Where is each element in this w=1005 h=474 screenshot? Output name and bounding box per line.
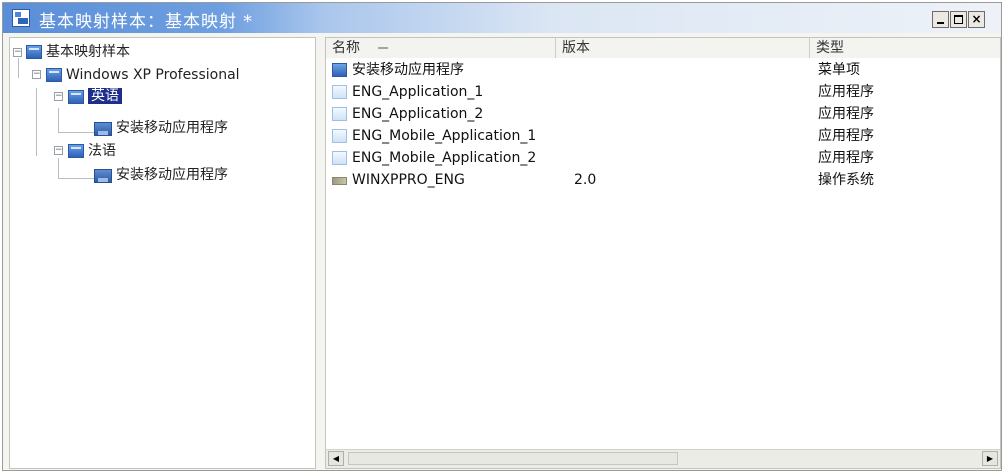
tree-node-install-mobile-apps[interactable]: 安装移动应用程序	[116, 165, 228, 185]
tree-line	[58, 158, 59, 178]
application-icon	[332, 107, 347, 121]
tree-node-label: 安装移动应用程序	[116, 120, 228, 136]
tree-line	[58, 132, 94, 133]
cell-name: ENG_Application_2	[352, 106, 484, 122]
language-folder-icon	[68, 144, 84, 158]
application-icon	[332, 129, 347, 143]
cell-name: WINXPPRO_ENG	[352, 172, 465, 188]
horizontal-scrollbar[interactable]: ◀ ▶	[326, 449, 1000, 468]
scroll-left-button[interactable]: ◀	[328, 451, 344, 466]
cell-name: ENG_Application_1	[352, 84, 484, 100]
minimize-button[interactable]	[932, 11, 949, 28]
cell-type: 应用程序	[818, 150, 874, 166]
cell-type: 应用程序	[818, 84, 874, 100]
close-icon: ×	[971, 12, 982, 26]
column-header-type[interactable]: 类型	[810, 38, 1000, 58]
tree-node-french[interactable]: 法语	[88, 141, 116, 161]
os-folder-icon	[46, 68, 62, 82]
cell-type: 菜单项	[818, 62, 860, 78]
tree-line	[18, 58, 19, 78]
tree-node-label: 基本映射样本	[46, 44, 130, 60]
tree-pane[interactable]: − 基本映射样本 − Windows XP Professional − 英语 …	[9, 37, 316, 469]
scroll-right-icon: ▶	[986, 454, 994, 463]
tree-line	[58, 178, 94, 179]
column-header-name[interactable]: 名称	[326, 38, 556, 58]
application-icon	[332, 151, 347, 165]
column-header-label: 类型	[816, 40, 844, 56]
sort-indicator-icon	[378, 47, 388, 49]
tree-node-label: 法语	[88, 143, 116, 159]
cell-name: ENG_Mobile_Application_2	[352, 150, 537, 166]
mobile-app-icon	[94, 169, 112, 183]
cell-name: ENG_Mobile_Application_1	[352, 128, 537, 144]
column-header-label: 名称	[332, 40, 360, 56]
mobile-app-icon	[94, 122, 112, 136]
language-folder-icon	[68, 90, 84, 104]
cell-type: 应用程序	[818, 106, 874, 122]
close-button[interactable]: ×	[968, 11, 985, 28]
scroll-left-icon: ◀	[332, 454, 340, 463]
tree-collapse-toggle[interactable]: −	[13, 48, 22, 57]
tree-line	[58, 108, 59, 132]
main-window: 基本映射样本：基本映射 * × − 基本映射样本 − Windows XP Pr…	[2, 2, 1002, 471]
tree-line	[36, 88, 37, 156]
tree-collapse-toggle[interactable]: −	[54, 146, 63, 155]
operating-system-icon	[332, 177, 347, 185]
maximize-button[interactable]	[950, 11, 967, 28]
tree-collapse-toggle[interactable]: −	[32, 70, 41, 79]
list-row[interactable]: WINXPPRO_ENG 2.0 操作系统	[326, 170, 1000, 191]
column-header-version[interactable]: 版本	[556, 38, 810, 58]
app-icon	[12, 9, 30, 27]
list-row[interactable]: 安装移动应用程序 菜单项	[326, 60, 1000, 81]
details-list-pane[interactable]: 名称 版本 类型 安装移动应用程序 菜单项 ENG_Application_1 …	[325, 37, 1001, 469]
tree-node-english[interactable]: 英语	[88, 86, 122, 106]
list-row[interactable]: ENG_Mobile_Application_1 应用程序	[326, 126, 1000, 147]
scrollbar-thumb[interactable]	[348, 452, 678, 465]
minimize-icon	[937, 22, 944, 24]
menu-item-icon	[332, 63, 347, 77]
tree-node-os[interactable]: Windows XP Professional	[66, 65, 240, 85]
window-title: 基本映射样本：基本映射 *	[39, 12, 253, 32]
maximize-icon	[954, 15, 963, 24]
cell-name: 安装移动应用程序	[352, 62, 464, 78]
application-icon	[332, 85, 347, 99]
tree-node-label: 安装移动应用程序	[116, 167, 228, 183]
tree-node-label: Windows XP Professional	[66, 67, 240, 83]
tree-collapse-toggle[interactable]: −	[54, 92, 63, 101]
list-row[interactable]: ENG_Application_2 应用程序	[326, 104, 1000, 125]
cell-type: 操作系统	[818, 172, 874, 188]
scroll-right-button[interactable]: ▶	[982, 451, 998, 466]
column-header-label: 版本	[562, 40, 590, 56]
tree-node-label: 英语	[88, 88, 122, 104]
tree-node-install-mobile-apps[interactable]: 安装移动应用程序	[116, 118, 228, 138]
tree-node-root[interactable]: 基本映射样本	[46, 42, 130, 62]
cell-version: 2.0	[574, 172, 597, 188]
list-row[interactable]: ENG_Application_1 应用程序	[326, 82, 1000, 103]
cell-type: 应用程序	[818, 128, 874, 144]
list-row[interactable]: ENG_Mobile_Application_2 应用程序	[326, 148, 1000, 169]
title-bar[interactable]: 基本映射样本：基本映射 * ×	[3, 3, 1001, 33]
mapping-folder-icon	[26, 45, 42, 59]
